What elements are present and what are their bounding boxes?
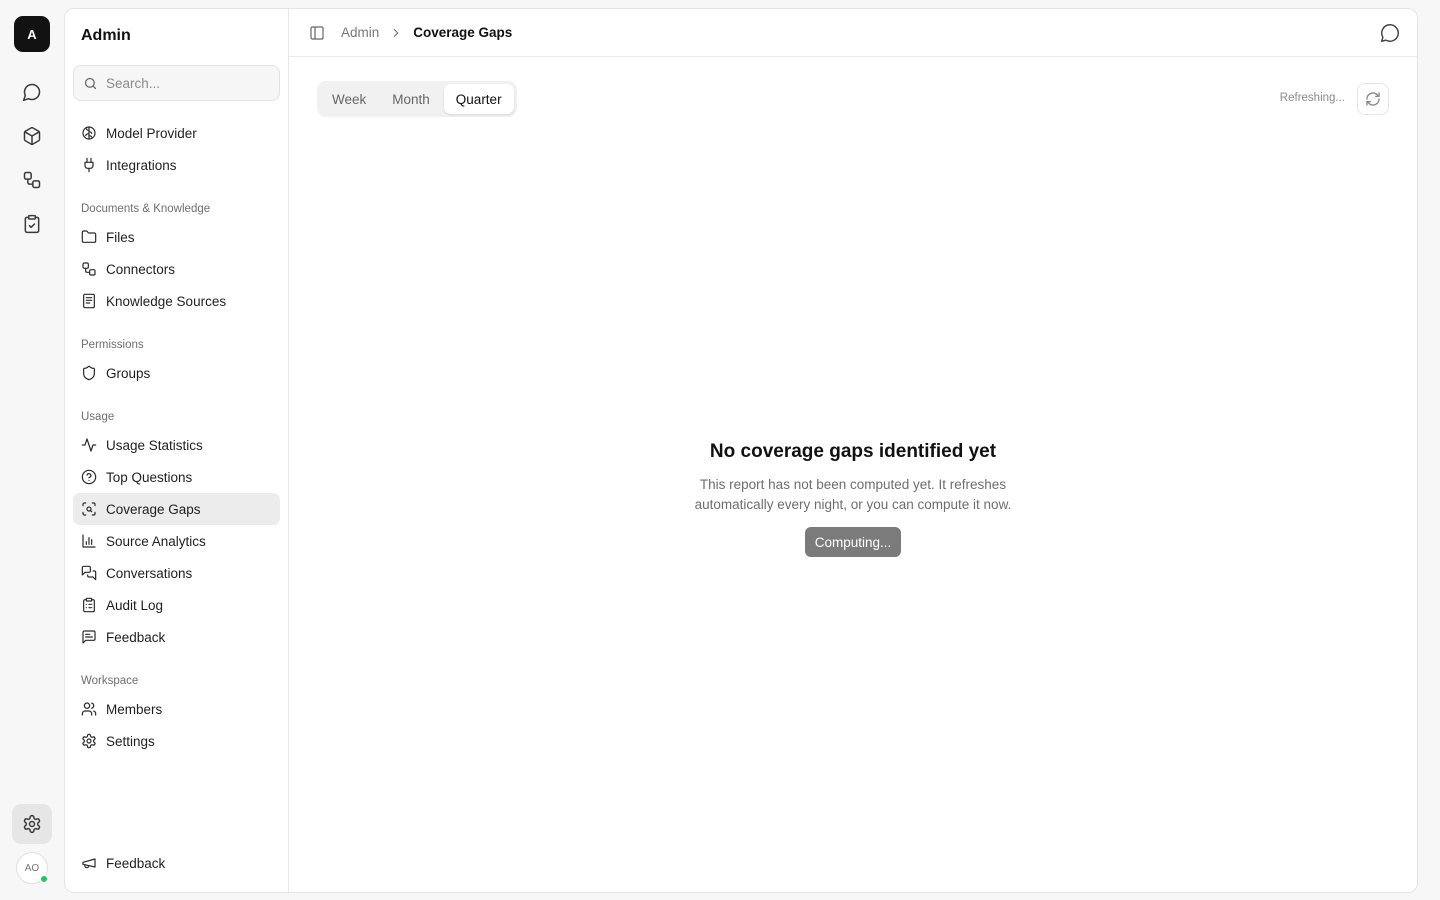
cube-icon bbox=[23, 126, 41, 146]
bar-chart-icon bbox=[82, 534, 96, 548]
activity-icon bbox=[81, 438, 97, 452]
brain-icon bbox=[82, 126, 96, 140]
sidebar-item-label: Conversations bbox=[106, 565, 193, 581]
top-bar: Admin Coverage Gaps bbox=[289, 9, 1417, 57]
plug-icon bbox=[84, 157, 94, 173]
panel-left-icon bbox=[310, 25, 324, 40]
refresh-status: Refreshing... bbox=[1279, 92, 1345, 104]
tab-week[interactable]: Week bbox=[320, 84, 378, 114]
message-square-text-icon bbox=[82, 630, 96, 644]
sidebar-item-send-feedback[interactable]: Feedback bbox=[73, 847, 280, 879]
sidebar-item-label: Feedback bbox=[106, 629, 166, 645]
sidebar-item-label: Top Questions bbox=[106, 469, 193, 485]
workflow-icon bbox=[23, 171, 41, 189]
chevron-right-icon bbox=[393, 28, 399, 37]
sidebar-item-label: Coverage Gaps bbox=[106, 501, 201, 517]
shield-icon bbox=[83, 365, 95, 381]
compute-button[interactable]: Computing... bbox=[804, 527, 902, 557]
sidebar-item-source-analytics[interactable]: Source Analytics bbox=[73, 525, 280, 557]
search-icon bbox=[84, 77, 97, 89]
sidebar-item-members[interactable]: Members bbox=[73, 693, 280, 725]
main-content: Admin Coverage Gaps Week Month Quarter R… bbox=[289, 9, 1417, 892]
connector-icon bbox=[82, 262, 96, 276]
sidebar-title: Admin bbox=[81, 27, 131, 44]
book-icon bbox=[83, 293, 95, 309]
tab-quarter[interactable]: Quarter bbox=[443, 84, 514, 114]
sidebar-item-top-questions[interactable]: Top Questions bbox=[73, 461, 280, 493]
sidebar-item-integrations[interactable]: Integrations bbox=[73, 149, 280, 181]
help-circle-icon bbox=[81, 469, 97, 485]
sidebar-nav: Model Provider Integrations Documents & … bbox=[73, 117, 280, 757]
sidebar-item-groups[interactable]: Groups bbox=[73, 357, 280, 389]
breadcrumb-parent[interactable]: Admin bbox=[341, 25, 379, 40]
rail-workflows-button[interactable] bbox=[12, 160, 52, 200]
folder-icon bbox=[81, 230, 97, 243]
sidebar-item-files[interactable]: Files bbox=[73, 221, 280, 253]
rail-settings-button[interactable] bbox=[12, 804, 52, 844]
chat-icon bbox=[22, 83, 41, 102]
sidebar-item-usage-statistics[interactable]: Usage Statistics bbox=[73, 429, 280, 461]
sidebar-item-label: Feedback bbox=[106, 855, 166, 871]
sidebar-item-label: Usage Statistics bbox=[106, 437, 203, 453]
users-icon bbox=[81, 702, 97, 716]
sidebar-toggle-button[interactable] bbox=[309, 25, 325, 41]
sidebar-item-label: Model Provider bbox=[106, 125, 197, 141]
section-heading-permissions: Permissions bbox=[81, 339, 144, 351]
messages-icon bbox=[81, 565, 97, 581]
scan-search-icon bbox=[82, 502, 96, 516]
period-selector: Week Month Quarter bbox=[317, 81, 517, 117]
sidebar-item-label: Audit Log bbox=[106, 597, 164, 613]
section-heading-workspace: Workspace bbox=[81, 675, 139, 687]
sidebar-item-label: Source Analytics bbox=[106, 533, 206, 549]
empty-state: No coverage gaps identified yet This rep… bbox=[289, 441, 1417, 557]
sidebar-bottom: Feedback bbox=[73, 847, 280, 879]
chat-panel-button[interactable] bbox=[1379, 22, 1401, 44]
sidebar-search[interactable] bbox=[73, 65, 280, 101]
sidebar-item-label: Integrations bbox=[106, 157, 177, 173]
clipboard-list-icon bbox=[83, 597, 95, 613]
section-heading-usage: Usage bbox=[81, 411, 115, 423]
sidebar-item-label: Settings bbox=[106, 733, 155, 749]
sidebar-item-connectors[interactable]: Connectors bbox=[73, 253, 280, 285]
sidebar-item-audit-log[interactable]: Audit Log bbox=[73, 589, 280, 621]
sidebar-item-label: Files bbox=[106, 229, 135, 245]
app-card: Admin Model Provider Integrations Docume… bbox=[64, 8, 1418, 893]
tab-month[interactable]: Month bbox=[380, 84, 442, 114]
gear-icon bbox=[82, 733, 96, 749]
sidebar-item-label: Members bbox=[106, 701, 163, 717]
rail-bottom: AO bbox=[0, 804, 64, 884]
workspace-logo[interactable]: A bbox=[14, 16, 50, 52]
section-heading-documents: Documents & Knowledge bbox=[81, 203, 211, 215]
sidebar-item-model-provider[interactable]: Model Provider bbox=[73, 117, 280, 149]
user-avatar[interactable]: AO bbox=[16, 852, 48, 884]
breadcrumb: Admin Coverage Gaps bbox=[341, 25, 512, 40]
refresh-icon bbox=[1366, 92, 1380, 106]
sidebar-item-settings[interactable]: Settings bbox=[73, 725, 280, 757]
chat-bubble-icon bbox=[1381, 24, 1399, 42]
search-input[interactable] bbox=[106, 75, 266, 91]
sidebar-item-label: Knowledge Sources bbox=[106, 293, 227, 309]
rail-chat-button[interactable] bbox=[12, 72, 52, 112]
sidebar-item-label: Groups bbox=[106, 365, 151, 381]
sidebar-item-conversations[interactable]: Conversations bbox=[73, 557, 280, 589]
admin-sidebar: Admin Model Provider Integrations Docume… bbox=[65, 9, 289, 892]
empty-state-title: No coverage gaps identified yet bbox=[709, 441, 997, 462]
rail-agents-button[interactable] bbox=[12, 116, 52, 156]
breadcrumb-current: Coverage Gaps bbox=[413, 25, 513, 40]
sidebar-item-label: Connectors bbox=[106, 261, 176, 277]
sidebar-item-knowledge-sources[interactable]: Knowledge Sources bbox=[73, 285, 280, 317]
megaphone-icon bbox=[82, 858, 96, 869]
clipboard-check-icon bbox=[24, 214, 40, 234]
refresh-button[interactable] bbox=[1357, 83, 1389, 115]
sidebar-item-coverage-gaps[interactable]: Coverage Gaps bbox=[73, 493, 280, 525]
icon-rail: A bbox=[0, 0, 64, 900]
gear-icon bbox=[23, 814, 41, 834]
sidebar-item-feedback[interactable]: Feedback bbox=[73, 621, 280, 653]
avatar-initials: AO bbox=[24, 862, 40, 874]
empty-state-description: This report has not been computed yet. I… bbox=[694, 477, 1012, 512]
online-status-dot bbox=[40, 875, 48, 883]
rail-tasks-button[interactable] bbox=[12, 204, 52, 244]
